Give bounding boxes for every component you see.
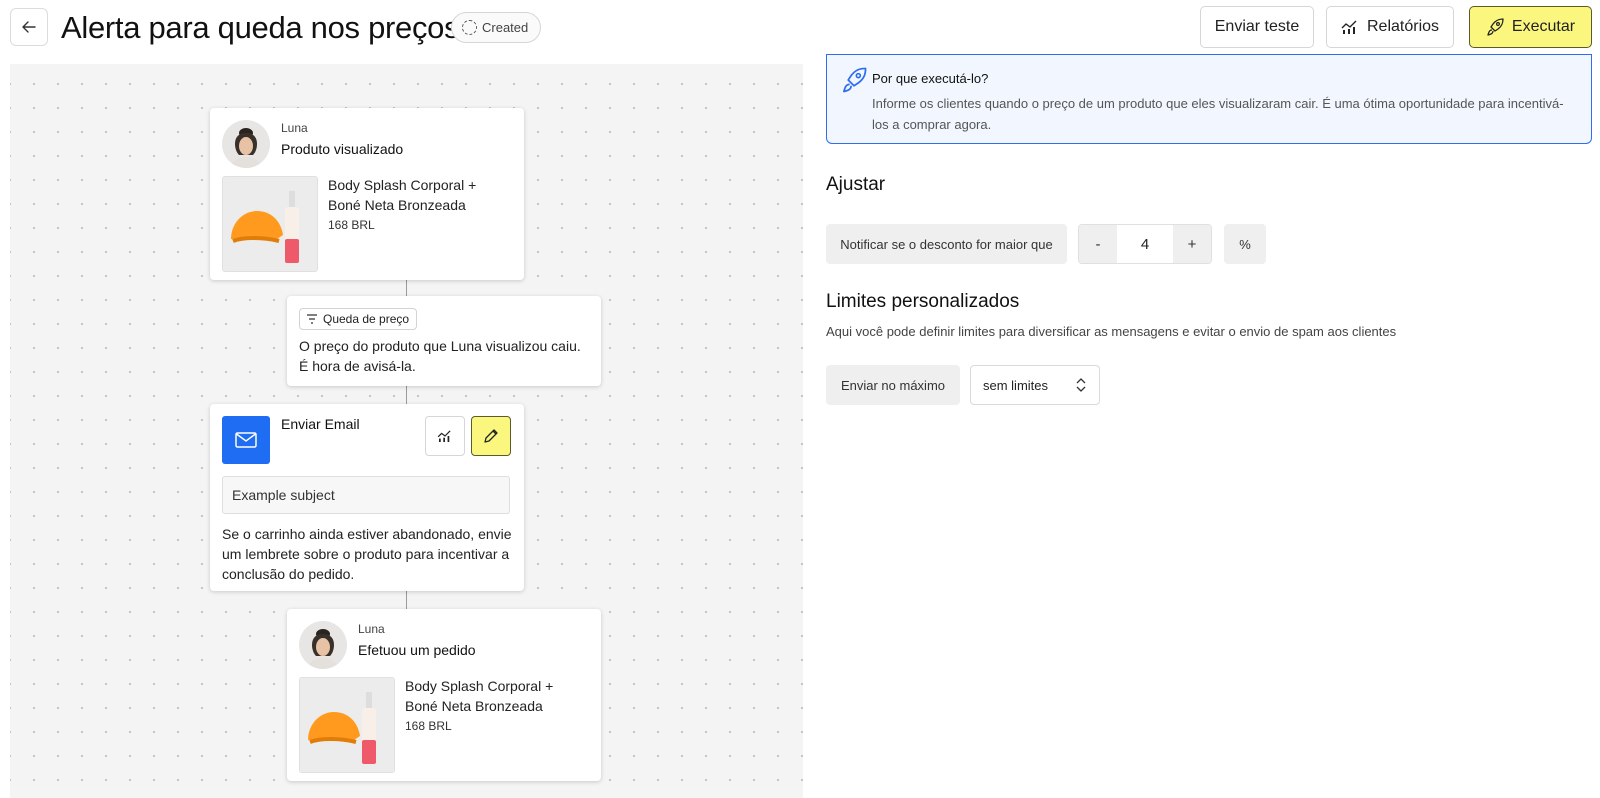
email-edit-button[interactable] — [471, 416, 511, 456]
reports-label: Relatórios — [1366, 18, 1440, 35]
send-test-label: Enviar teste — [1214, 18, 1300, 35]
avatar — [222, 120, 270, 168]
product-image — [222, 176, 318, 272]
status-label: Created — [482, 20, 529, 35]
email-card[interactable]: Enviar Email Example subject Se o carrin… — [210, 404, 524, 591]
back-button[interactable] — [10, 8, 48, 46]
avatar — [299, 621, 347, 669]
limits-title: Limites personalizados — [826, 291, 1020, 312]
product-name: Body Splash Corporal + Boné Neta Bronzea… — [328, 177, 477, 213]
goal-event: Efetuou um pedido — [358, 642, 476, 658]
info-title: Por que executá-lo? — [872, 71, 989, 86]
trigger-event: Produto visualizado — [281, 141, 404, 157]
increment-button[interactable]: + — [1173, 225, 1211, 263]
condition-card[interactable]: Queda de preço O preço do produto que Lu… — [287, 296, 601, 386]
limit-select[interactable]: sem limites — [970, 365, 1100, 405]
product-image — [299, 677, 395, 773]
connector-line — [406, 591, 407, 609]
discount-value[interactable]: 4 — [1117, 225, 1173, 263]
product-price: 168 BRL — [328, 218, 375, 232]
page-title: Alerta para queda nos preços — [61, 10, 460, 45]
info-box: Por que executá-lo? Informe os clientes … — [826, 54, 1592, 144]
arrow-left-icon — [22, 21, 36, 33]
trigger-user: Luna — [281, 121, 308, 135]
email-title: Enviar Email — [281, 416, 360, 432]
email-tile — [222, 416, 270, 464]
decrement-button[interactable]: - — [1079, 225, 1117, 263]
filter-chip: Queda de preço — [299, 308, 418, 330]
trigger-card[interactable]: Luna Produto visualizado Body Splash Cor… — [210, 108, 524, 280]
send-test-button[interactable]: Enviar teste — [1200, 6, 1314, 48]
run-label: Executar — [1511, 18, 1576, 35]
stats-icon — [1341, 20, 1357, 34]
discount-stepper: - 4 + — [1078, 224, 1212, 264]
discount-label: Notificar se o desconto for maior que — [826, 224, 1067, 264]
product-price: 168 BRL — [405, 719, 452, 733]
product-name: Body Splash Corporal + Boné Neta Bronzea… — [405, 678, 554, 714]
email-subject-field[interactable]: Example subject — [222, 476, 510, 514]
adjust-title: Ajustar — [826, 174, 886, 195]
goal-card[interactable]: Luna Efetuou um pedido Body Splash Corpo… — [287, 609, 601, 781]
filter-icon — [307, 314, 317, 324]
stats-icon — [437, 430, 451, 442]
email-description: Se o carrinho ainda estiver abandonado, … — [222, 526, 512, 582]
goal-user: Luna — [358, 622, 385, 636]
flow-canvas[interactable]: Luna Produto visualizado Body Splash Cor… — [10, 64, 803, 798]
connector-line — [406, 280, 407, 296]
rocket-icon — [843, 67, 867, 93]
chevron-updown-icon — [1076, 378, 1086, 392]
run-button[interactable]: Executar — [1469, 6, 1592, 48]
reports-button[interactable]: Relatórios — [1326, 6, 1454, 48]
pencil-icon — [484, 429, 498, 443]
max-send-label: Enviar no máximo — [826, 365, 960, 405]
connector-line — [406, 386, 407, 404]
rocket-icon — [1487, 18, 1504, 36]
info-text: Informe os clientes quando o preço de um… — [872, 96, 1564, 132]
mail-icon — [235, 432, 257, 448]
condition-text: O preço do produto que Luna visualizou c… — [299, 338, 581, 374]
status-badge: Created — [451, 12, 542, 43]
email-stats-button[interactable] — [425, 416, 465, 456]
limits-subtitle: Aqui você pode definir limites para dive… — [826, 324, 1397, 339]
filter-chip-label: Queda de preço — [323, 312, 410, 326]
percent-unit: % — [1224, 224, 1266, 264]
limit-select-value: sem limites — [983, 377, 1049, 393]
status-circle-icon — [462, 20, 477, 35]
